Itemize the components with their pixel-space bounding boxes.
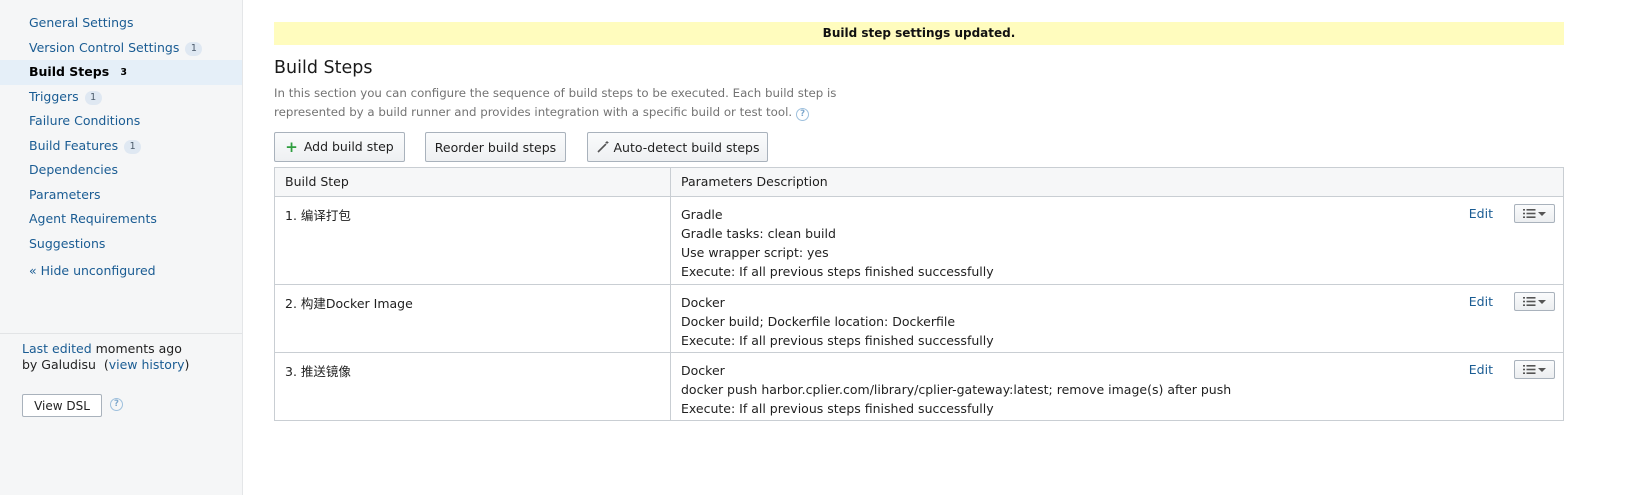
row-menu-button[interactable] bbox=[1514, 292, 1555, 311]
build-step-name[interactable]: 2. 构建Docker Image bbox=[274, 284, 671, 353]
sidebar-item-label: Version Control Settings bbox=[29, 39, 180, 55]
view-history-link[interactable]: view history bbox=[109, 357, 185, 372]
last-edited-time: moments ago bbox=[95, 341, 182, 356]
row-menu-button[interactable] bbox=[1514, 360, 1555, 379]
chevron-down-icon bbox=[1538, 300, 1546, 304]
description-text: In this section you can configure the se… bbox=[274, 86, 837, 119]
flash-message: Build step settings updated. bbox=[274, 22, 1564, 45]
page-title: Build Steps bbox=[274, 58, 373, 78]
table-header-row: Build Step Parameters Description bbox=[274, 167, 1564, 197]
table-row: 3. 推送镜像 Docker docker push harbor.cplier… bbox=[274, 352, 1564, 421]
sidebar-item-label: Dependencies bbox=[29, 162, 118, 177]
param-line: Docker bbox=[681, 295, 725, 310]
row-actions: Edit bbox=[1469, 292, 1555, 311]
last-edited-link[interactable]: Last edited bbox=[22, 341, 92, 356]
chevron-down-icon bbox=[1538, 212, 1546, 216]
settings-nav: General Settings Version Control Setting… bbox=[0, 0, 242, 256]
chevron-down-icon bbox=[1538, 368, 1546, 372]
parameters-description: Docker Docker build; Dockerfile location… bbox=[670, 284, 1564, 353]
section-description: In this section you can configure the se… bbox=[274, 84, 894, 122]
param-line: Gradle bbox=[681, 207, 723, 222]
build-step-name[interactable]: 1. 编译打包 bbox=[274, 196, 671, 285]
column-header-parameters: Parameters Description bbox=[670, 167, 1564, 197]
sidebar-item-triggers[interactable]: Triggers 1 bbox=[0, 85, 242, 110]
table-row: 1. 编译打包 Gradle Gradle tasks: clean build… bbox=[274, 196, 1564, 285]
edit-link[interactable]: Edit bbox=[1469, 206, 1493, 221]
sidebar-item-label: General Settings bbox=[29, 15, 134, 30]
add-build-step-button[interactable]: + Add build step bbox=[274, 132, 405, 162]
sidebar-item-parameters[interactable]: Parameters bbox=[0, 183, 242, 208]
param-line: Docker build; Dockerfile location: Docke… bbox=[681, 314, 956, 329]
auto-detect-label: Auto-detect build steps bbox=[613, 139, 760, 155]
sidebar-item-label: Parameters bbox=[29, 186, 101, 202]
help-icon[interactable]: ? bbox=[796, 108, 810, 121]
list-menu-icon bbox=[1523, 365, 1536, 374]
parameters-description: Docker docker push harbor.cplier.com/lib… bbox=[670, 352, 1564, 421]
plus-icon: + bbox=[285, 138, 298, 156]
sidebar-item-build-steps[interactable]: Build Steps 3 bbox=[0, 60, 242, 85]
magic-wand-icon bbox=[596, 140, 608, 153]
sidebar-item-label: Build Features bbox=[29, 137, 119, 153]
sidebar: General Settings Version Control Setting… bbox=[0, 0, 243, 495]
view-dsl-button[interactable]: View DSL bbox=[22, 394, 102, 417]
build-steps-table: Build Step Parameters Description 1. 编译打… bbox=[274, 167, 1564, 421]
param-line: Execute: If all previous steps finished … bbox=[681, 333, 994, 348]
help-icon[interactable]: ? bbox=[110, 398, 123, 411]
column-header-build-step: Build Step bbox=[274, 167, 671, 197]
count-badge: 1 bbox=[84, 90, 102, 105]
row-menu-button[interactable] bbox=[1514, 204, 1555, 223]
sidebar-item-label: Suggestions bbox=[29, 235, 106, 251]
reorder-build-steps-button[interactable]: Reorder build steps bbox=[425, 132, 566, 162]
list-menu-icon bbox=[1523, 297, 1536, 306]
sidebar-item-failure-conditions[interactable]: Failure Conditions bbox=[0, 109, 242, 134]
parameters-description: Gradle Gradle tasks: clean build Use wra… bbox=[670, 196, 1564, 285]
edit-link[interactable]: Edit bbox=[1469, 362, 1493, 377]
param-line: Execute: If all previous steps finished … bbox=[681, 401, 994, 416]
sidebar-item-suggestions[interactable]: Suggestions bbox=[0, 232, 242, 257]
table-row: 2. 构建Docker Image Docker Docker build; D… bbox=[274, 284, 1564, 353]
sidebar-item-build-features[interactable]: Build Features 1 bbox=[0, 134, 242, 159]
hide-unconfigured-link[interactable]: « Hide unconfigured bbox=[29, 263, 156, 278]
count-badge: 3 bbox=[120, 67, 127, 78]
last-edited-info: Last edited moments ago by Galudisu (vie… bbox=[22, 341, 189, 372]
param-line: docker push harbor.cplier.com/library/cp… bbox=[681, 382, 1232, 397]
param-line: Gradle tasks: clean build bbox=[681, 226, 836, 241]
sidebar-item-label: Triggers bbox=[29, 88, 79, 104]
auto-detect-build-steps-button[interactable]: Auto-detect build steps bbox=[587, 132, 768, 162]
sidebar-item-version-control-settings[interactable]: Version Control Settings 1 bbox=[0, 36, 242, 61]
sidebar-item-label: Agent Requirements bbox=[29, 211, 157, 226]
add-build-step-label: Add build step bbox=[303, 139, 394, 154]
view-history-close-paren: ) bbox=[184, 356, 190, 372]
row-actions: Edit bbox=[1469, 204, 1555, 223]
sidebar-divider bbox=[0, 333, 242, 334]
edit-link[interactable]: Edit bbox=[1469, 294, 1493, 309]
build-step-name[interactable]: 3. 推送镜像 bbox=[274, 352, 671, 421]
sidebar-item-label: Build Steps bbox=[29, 64, 110, 79]
param-line: Execute: If all previous steps finished … bbox=[681, 264, 994, 279]
param-line: Use wrapper script: yes bbox=[681, 245, 829, 260]
sidebar-item-label: Failure Conditions bbox=[29, 113, 141, 128]
row-actions: Edit bbox=[1469, 360, 1555, 379]
edited-by: by Galudisu bbox=[22, 356, 96, 372]
sidebar-item-dependencies[interactable]: Dependencies bbox=[0, 158, 242, 183]
main-content: Build step settings updated. Build Steps… bbox=[274, 0, 1564, 495]
param-line: Docker bbox=[681, 363, 725, 378]
sidebar-item-general-settings[interactable]: General Settings bbox=[0, 11, 242, 36]
count-badge: 1 bbox=[124, 139, 142, 154]
list-menu-icon bbox=[1523, 209, 1536, 218]
count-badge: 1 bbox=[185, 41, 203, 56]
sidebar-item-agent-requirements[interactable]: Agent Requirements bbox=[0, 207, 242, 232]
